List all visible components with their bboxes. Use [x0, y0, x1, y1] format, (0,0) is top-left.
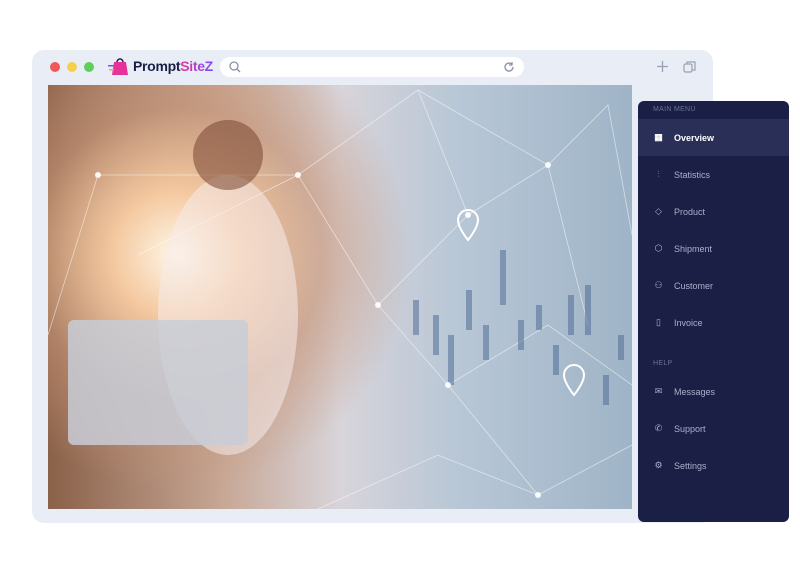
sidebar-item-label: Customer	[674, 280, 714, 291]
sidebar-item-label: Shipment	[674, 243, 713, 254]
network-overlay	[48, 89, 632, 509]
sidebar-item-overview[interactable]: ▦ Overview	[638, 119, 789, 156]
sidebar-item-support[interactable]: ✆ Support	[638, 410, 789, 447]
sidebar-item-customer[interactable]: ⚇ Customer	[638, 267, 789, 304]
sidebar-item-label: Statistics	[674, 169, 711, 180]
sidebar-item-label: Invoice	[674, 317, 703, 328]
sidebar-item-label: Product	[674, 206, 706, 217]
sidebar-item-product[interactable]: ◇ Product	[638, 193, 789, 230]
sidebar-item-label: Overview	[674, 132, 715, 143]
phone-icon: ✆	[654, 423, 663, 433]
search-icon	[229, 61, 241, 73]
laptop	[68, 320, 248, 445]
sidebar-item-shipment[interactable]: ⬡ Shipment	[638, 230, 789, 267]
box-icon: ⬡	[654, 243, 663, 253]
reload-icon[interactable]	[503, 61, 515, 73]
shopping-bag-icon	[108, 58, 128, 75]
map-pin-icon	[562, 364, 586, 397]
sidebar-item-label: Messages	[674, 386, 716, 397]
sidebar-item-settings[interactable]: ⚙ Settings	[638, 447, 789, 484]
mail-icon: ✉	[654, 386, 663, 396]
browser-window: PromptSiteZ	[32, 50, 713, 523]
new-tab-icon[interactable]	[656, 60, 669, 73]
sidebar: MAIN MENU ▦ Overview ⫶ Statistics ◇ Product…	[638, 101, 789, 522]
minimize-dot[interactable]	[67, 62, 77, 72]
hero-image	[48, 85, 632, 509]
sidebar-item-statistics[interactable]: ⫶ Statistics	[638, 156, 789, 193]
logo: PromptSiteZ	[108, 56, 213, 76]
users-icon: ⚇	[654, 280, 663, 290]
sidebar-item-messages[interactable]: ✉ Messages	[638, 373, 789, 410]
tag-icon: ◇	[655, 206, 662, 216]
bar-chart-icon: ⫶	[657, 169, 660, 179]
sidebar-item-invoice[interactable]: ▯ Invoice	[638, 304, 789, 341]
maximize-dot[interactable]	[84, 62, 94, 72]
sidebar-item-label: Support	[674, 423, 706, 434]
grid-icon: ▦	[654, 132, 663, 142]
clipboard-icon: ▯	[656, 317, 661, 327]
logo-text-accent: SiteZ	[180, 58, 213, 74]
copy-tabs-icon[interactable]	[683, 60, 696, 73]
close-dot[interactable]	[50, 62, 60, 72]
main-menu-label: MAIN MENU	[653, 106, 696, 113]
address-bar[interactable]	[220, 57, 524, 77]
logo-text: Prompt	[133, 58, 181, 74]
gear-icon: ⚙	[654, 460, 663, 470]
sidebar-item-label: Settings	[674, 460, 707, 471]
help-label: HELP	[653, 360, 673, 367]
